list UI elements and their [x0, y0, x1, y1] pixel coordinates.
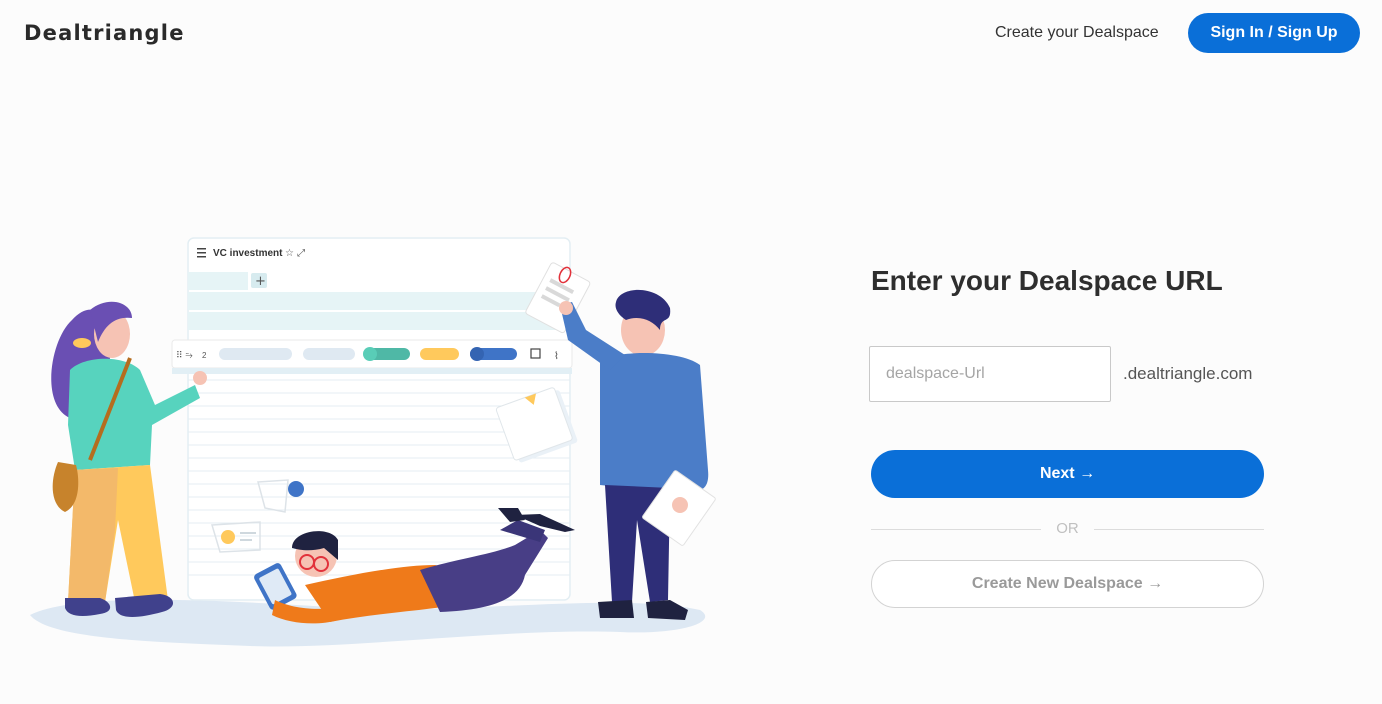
- hero-illustration: + VC investment ☆ ⤢ ⠿ ⥲ 2 ⌇: [20, 230, 720, 655]
- svg-text:+: +: [255, 274, 266, 289]
- or-divider: OR: [871, 519, 1264, 539]
- dealspace-url-input[interactable]: [869, 346, 1111, 402]
- divider-line-right: [1094, 529, 1264, 530]
- sign-in-button[interactable]: Sign In / Sign Up: [1188, 13, 1360, 53]
- top-header: Dealtriangle Create your Dealspace Sign …: [0, 0, 1382, 68]
- domain-suffix: .dealtriangle.com: [1123, 364, 1253, 383]
- toolbar-count: 2: [202, 351, 207, 360]
- brand-logo[interactable]: Dealtriangle: [24, 21, 185, 45]
- svg-text:⠿ ⥲: ⠿ ⥲: [176, 350, 193, 361]
- next-button[interactable]: Next →: [871, 450, 1264, 498]
- form-title: Enter your Dealspace URL: [871, 265, 1223, 296]
- create-dealspace-link[interactable]: Create your Dealspace: [995, 24, 1159, 42]
- board-title: VC investment: [213, 248, 283, 259]
- svg-text:⌇: ⌇: [554, 351, 559, 362]
- create-new-dealspace-button[interactable]: Create New Dealspace →: [871, 560, 1264, 608]
- svg-text:☆ ⤢: ☆ ⤢: [285, 248, 305, 259]
